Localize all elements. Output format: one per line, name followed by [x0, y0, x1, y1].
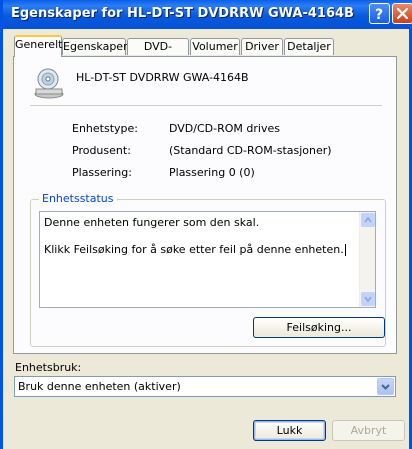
tab-volumer[interactable]: Volumer	[190, 38, 240, 55]
location-label: Plassering:	[72, 166, 132, 179]
status-line-2: Klikk Feilsøking for å søke etter feil p…	[44, 243, 346, 256]
scroll-up-button[interactable]	[361, 213, 375, 227]
svg-text:?: ?	[375, 7, 383, 23]
device-type-label: Enhetstype:	[72, 122, 138, 135]
tab-detaljer[interactable]: Detaljer	[284, 38, 334, 55]
device-usage-label: Enhetsbruk:	[15, 361, 82, 374]
close-icon	[396, 7, 409, 20]
device-status-text[interactable]: Denne enheten fungerer som den skal. Kli…	[39, 211, 376, 308]
location-value: Plassering 0 (0)	[169, 166, 255, 179]
device-status-title: Enhetsstatus	[39, 192, 117, 205]
scroll-down-icon	[364, 296, 372, 303]
cancel-button[interactable]: Avbryt	[332, 420, 405, 441]
chevron-down-icon	[381, 384, 390, 390]
tab-egenskaper[interactable]: Egenskaper	[62, 38, 128, 55]
status-scrollbar[interactable]	[359, 212, 375, 307]
tab-driver[interactable]: Driver	[241, 38, 283, 55]
properties-dialog: Egenskaper for HL-DT-ST DVDRRW GWA-4164B…	[0, 0, 412, 449]
device-usage-value: Bruk denne enheten (aktiver)	[18, 380, 181, 393]
manufacturer-value: (Standard CD-ROM-stasjoner)	[169, 144, 332, 157]
scroll-up-icon	[364, 216, 372, 223]
troubleshoot-button[interactable]: Feilsøking...	[253, 317, 385, 338]
manufacturer-label: Produsent:	[72, 144, 131, 157]
device-type-value: DVD/CD-ROM drives	[169, 122, 280, 135]
dvd-drive-icon	[34, 68, 64, 99]
device-status-group: Enhetsstatus Denne enheten fungerer som …	[30, 192, 386, 347]
scroll-down-button[interactable]	[361, 292, 375, 306]
dropdown-button[interactable]	[377, 378, 394, 395]
tab-dvd-region[interactable]: DVD-region	[127, 38, 189, 68]
title-bar[interactable]: Egenskaper for HL-DT-ST DVDRRW GWA-4164B…	[3, 0, 412, 29]
close-button[interactable]	[392, 3, 412, 24]
device-name: HL-DT-ST DVDRRW GWA-4164B	[76, 71, 249, 84]
device-usage-select[interactable]: Bruk denne enheten (aktiver)	[14, 376, 396, 397]
divider	[30, 105, 382, 106]
tab-panel-generelt: HL-DT-ST DVDRRW GWA-4164B Enhetstype: DV…	[13, 56, 397, 354]
tab-generelt[interactable]: Generelt	[14, 35, 62, 57]
window-title: Egenskaper for HL-DT-ST DVDRRW GWA-4164B	[11, 6, 354, 21]
help-icon: ?	[375, 7, 383, 23]
help-button[interactable]: ?	[369, 3, 390, 24]
status-line-1: Denne enheten fungerer som den skal.	[44, 216, 260, 229]
text-caret	[344, 244, 346, 256]
close-dialog-button[interactable]: Lukk	[253, 420, 326, 441]
